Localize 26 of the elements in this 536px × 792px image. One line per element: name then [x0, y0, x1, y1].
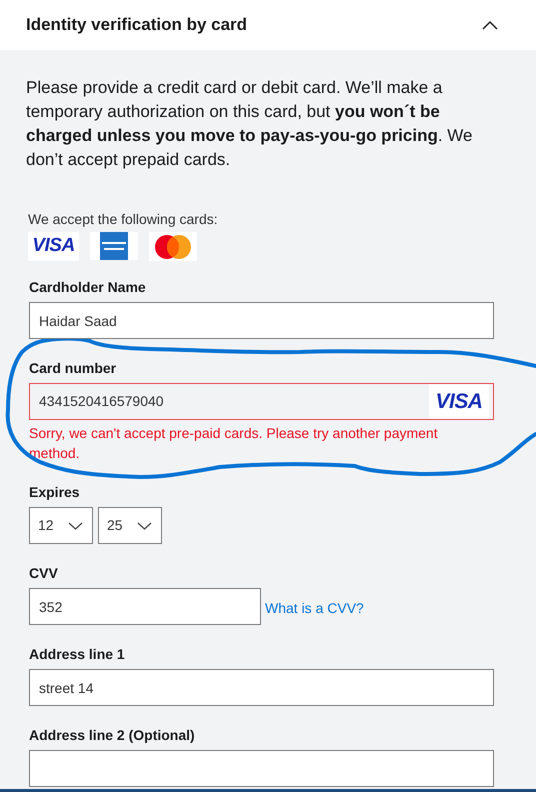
input-field[interactable]: [29, 750, 494, 787]
field-label: Expires: [29, 484, 81, 500]
accepted-cards-label: We accept the following cards:: [28, 210, 219, 229]
card-number-input[interactable]: 4341520416579040: [39, 391, 429, 412]
field-label: Address line 2 (Optional): [29, 727, 196, 743]
chevron-down-icon: [137, 522, 152, 530]
input-field[interactable]: street 14: [29, 669, 494, 706]
visa-logo: VISA: [28, 232, 79, 261]
chevron-down-icon: [68, 522, 83, 530]
field-label: Cardholder Name: [29, 279, 147, 295]
input-field[interactable]: Haidar Saad: [29, 302, 494, 339]
error-message: Sorry, we can't accept pre-paid cards. Please try another payment method.: [29, 424, 439, 463]
help-link[interactable]: What is a CVV?: [265, 598, 364, 619]
card-number-field[interactable]: 4341520416579040 VISA: [29, 383, 494, 420]
chevron-up-icon[interactable]: [482, 20, 498, 30]
intro-paragraph: Please provide a credit card or debit card. We’ll make a temporary authorization on this card, but you won´t be charged unless you move to pay-as-you-go pricing. We don’t accept prepaid cards.: [26, 77, 474, 171]
field-label: Card number: [29, 360, 118, 376]
input-field[interactable]: 352: [29, 588, 261, 625]
mastercard-logo: [149, 232, 197, 261]
section-title: Identity verification by card: [26, 14, 248, 36]
visa-logo: VISA: [429, 384, 489, 419]
amex-logo: [90, 232, 138, 260]
field-label: CVV: [29, 565, 59, 581]
dropdown[interactable]: 25: [98, 507, 162, 544]
dropdown[interactable]: 12: [29, 507, 93, 544]
field-label: Address line 1: [29, 646, 126, 662]
